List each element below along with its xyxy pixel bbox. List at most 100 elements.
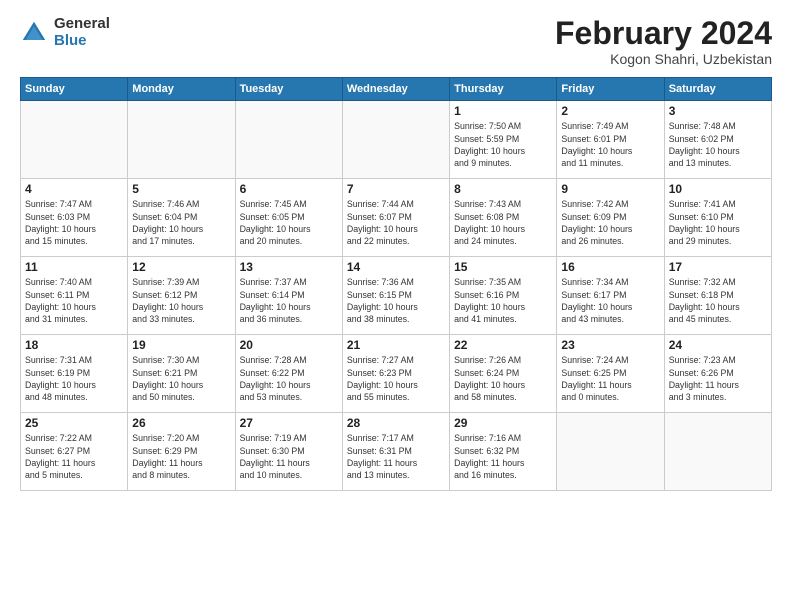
day-cell: 11 Sunrise: 7:40 AMSunset: 6:11 PMDayligh…	[21, 257, 128, 335]
day-number: 10	[669, 182, 767, 196]
day-cell: 27Sunrise: 7:19 AMSunset: 6:30 PMDayligh…	[235, 413, 342, 491]
day-cell: 21 Sunrise: 7:27 AMSunset: 6:23 PMDayligh…	[342, 335, 449, 413]
day-cell: 24 Sunrise: 7:23 AMSunset: 6:26 PMDayligh…	[664, 335, 771, 413]
day-cell: 1 Sunrise: 7:50 AMSunset: 5:59 PMDaylight…	[450, 101, 557, 179]
day-info: Sunrise: 7:23 AMSunset: 6:26 PMDaylight:…	[669, 354, 767, 403]
day-info: Sunrise: 7:43 AMSunset: 6:08 PMDaylight:…	[454, 198, 552, 247]
week-row-4: 18 Sunrise: 7:31 AMSunset: 6:19 PMDayligh…	[21, 335, 772, 413]
day-number: 20	[240, 338, 338, 352]
weekday-header-thursday: Thursday	[450, 78, 557, 101]
day-cell: 18 Sunrise: 7:31 AMSunset: 6:19 PMDayligh…	[21, 335, 128, 413]
day-cell: 28 Sunrise: 7:17 AMSunset: 6:31 PMDayligh…	[342, 413, 449, 491]
day-info: Sunrise: 7:40 AMSunset: 6:11 PMDaylight:…	[25, 276, 123, 325]
day-info: Sunrise: 7:16 AMSunset: 6:32 PMDaylight:…	[454, 432, 552, 481]
logo-text: General Blue	[54, 16, 110, 49]
day-info: Sunrise: 7:35 AMSunset: 6:16 PMDaylight:…	[454, 276, 552, 325]
day-cell: 10 Sunrise: 7:41 AMSunset: 6:10 PMDayligh…	[664, 179, 771, 257]
day-number: 2	[561, 104, 659, 118]
day-info: Sunrise: 7:20 AMSunset: 6:29 PMDaylight:…	[132, 432, 230, 481]
day-number: 29	[454, 416, 552, 430]
weekday-header-monday: Monday	[128, 78, 235, 101]
weekday-header-row: SundayMondayTuesdayWednesdayThursdayFrid…	[21, 78, 772, 101]
day-cell: 22Sunrise: 7:26 AMSunset: 6:24 PMDayligh…	[450, 335, 557, 413]
day-cell: 26 Sunrise: 7:20 AMSunset: 6:29 PMDayligh…	[128, 413, 235, 491]
day-number: 6	[240, 182, 338, 196]
day-info: Sunrise: 7:50 AMSunset: 5:59 PMDaylight:…	[454, 120, 552, 169]
day-info: Sunrise: 7:41 AMSunset: 6:10 PMDaylight:…	[669, 198, 767, 247]
day-cell: 15 Sunrise: 7:35 AMSunset: 6:16 PMDayligh…	[450, 257, 557, 335]
day-number: 1	[454, 104, 552, 118]
day-number: 14	[347, 260, 445, 274]
day-cell	[21, 101, 128, 179]
weekday-header-tuesday: Tuesday	[235, 78, 342, 101]
day-number: 11	[25, 260, 123, 274]
day-number: 23	[561, 338, 659, 352]
logo-icon	[20, 19, 48, 47]
header: General Blue February 2024 Kogon Shahri,…	[20, 16, 772, 67]
day-number: 15	[454, 260, 552, 274]
day-number: 3	[669, 104, 767, 118]
day-info: Sunrise: 7:36 AMSunset: 6:15 PMDaylight:…	[347, 276, 445, 325]
week-row-2: 4 Sunrise: 7:47 AMSunset: 6:03 PMDaylight…	[21, 179, 772, 257]
day-info: Sunrise: 7:45 AMSunset: 6:05 PMDaylight:…	[240, 198, 338, 247]
day-info: Sunrise: 7:44 AMSunset: 6:07 PMDaylight:…	[347, 198, 445, 247]
day-info: Sunrise: 7:42 AMSunset: 6:09 PMDaylight:…	[561, 198, 659, 247]
day-number: 17	[669, 260, 767, 274]
day-number: 26	[132, 416, 230, 430]
day-info: Sunrise: 7:48 AMSunset: 6:02 PMDaylight:…	[669, 120, 767, 169]
day-cell	[235, 101, 342, 179]
day-cell	[128, 101, 235, 179]
day-number: 4	[25, 182, 123, 196]
calendar: SundayMondayTuesdayWednesdayThursdayFrid…	[20, 77, 772, 491]
week-row-3: 11 Sunrise: 7:40 AMSunset: 6:11 PMDayligh…	[21, 257, 772, 335]
day-cell: 20 Sunrise: 7:28 AMSunset: 6:22 PMDayligh…	[235, 335, 342, 413]
day-cell: 17Sunrise: 7:32 AMSunset: 6:18 PMDayligh…	[664, 257, 771, 335]
day-number: 13	[240, 260, 338, 274]
day-cell	[557, 413, 664, 491]
week-row-5: 25 Sunrise: 7:22 AMSunset: 6:27 PMDayligh…	[21, 413, 772, 491]
weekday-header-saturday: Saturday	[664, 78, 771, 101]
day-info: Sunrise: 7:17 AMSunset: 6:31 PMDaylight:…	[347, 432, 445, 481]
day-info: Sunrise: 7:47 AMSunset: 6:03 PMDaylight:…	[25, 198, 123, 247]
weekday-header-wednesday: Wednesday	[342, 78, 449, 101]
day-info: Sunrise: 7:49 AMSunset: 6:01 PMDaylight:…	[561, 120, 659, 169]
day-number: 22	[454, 338, 552, 352]
day-cell: 7Sunrise: 7:44 AMSunset: 6:07 PMDaylight…	[342, 179, 449, 257]
day-cell: 8 Sunrise: 7:43 AMSunset: 6:08 PMDaylight…	[450, 179, 557, 257]
day-number: 21	[347, 338, 445, 352]
day-info: Sunrise: 7:19 AMSunset: 6:30 PMDaylight:…	[240, 432, 338, 481]
day-info: Sunrise: 7:27 AMSunset: 6:23 PMDaylight:…	[347, 354, 445, 403]
day-cell: 9 Sunrise: 7:42 AMSunset: 6:09 PMDaylight…	[557, 179, 664, 257]
day-number: 12	[132, 260, 230, 274]
day-cell: 19Sunrise: 7:30 AMSunset: 6:21 PMDayligh…	[128, 335, 235, 413]
day-number: 28	[347, 416, 445, 430]
day-number: 16	[561, 260, 659, 274]
day-cell: 4 Sunrise: 7:47 AMSunset: 6:03 PMDaylight…	[21, 179, 128, 257]
logo-blue-text: Blue	[54, 33, 110, 50]
day-number: 18	[25, 338, 123, 352]
day-cell: 25 Sunrise: 7:22 AMSunset: 6:27 PMDayligh…	[21, 413, 128, 491]
day-cell: 13Sunrise: 7:37 AMSunset: 6:14 PMDayligh…	[235, 257, 342, 335]
week-row-1: 1 Sunrise: 7:50 AMSunset: 5:59 PMDaylight…	[21, 101, 772, 179]
weekday-header-sunday: Sunday	[21, 78, 128, 101]
day-cell: 6 Sunrise: 7:45 AMSunset: 6:05 PMDaylight…	[235, 179, 342, 257]
day-number: 5	[132, 182, 230, 196]
location: Kogon Shahri, Uzbekistan	[555, 51, 772, 67]
day-cell: 5Sunrise: 7:46 AMSunset: 6:04 PMDaylight…	[128, 179, 235, 257]
day-number: 24	[669, 338, 767, 352]
day-number: 25	[25, 416, 123, 430]
day-info: Sunrise: 7:22 AMSunset: 6:27 PMDaylight:…	[25, 432, 123, 481]
day-info: Sunrise: 7:28 AMSunset: 6:22 PMDaylight:…	[240, 354, 338, 403]
day-number: 8	[454, 182, 552, 196]
day-cell	[342, 101, 449, 179]
day-cell: 29 Sunrise: 7:16 AMSunset: 6:32 PMDayligh…	[450, 413, 557, 491]
day-number: 9	[561, 182, 659, 196]
day-number: 19	[132, 338, 230, 352]
logo: General Blue	[20, 16, 110, 49]
title-block: February 2024 Kogon Shahri, Uzbekistan	[555, 16, 772, 67]
day-cell: 2 Sunrise: 7:49 AMSunset: 6:01 PMDaylight…	[557, 101, 664, 179]
day-info: Sunrise: 7:31 AMSunset: 6:19 PMDaylight:…	[25, 354, 123, 403]
day-info: Sunrise: 7:39 AMSunset: 6:12 PMDaylight:…	[132, 276, 230, 325]
day-cell: 23Sunrise: 7:24 AMSunset: 6:25 PMDayligh…	[557, 335, 664, 413]
day-cell: 14 Sunrise: 7:36 AMSunset: 6:15 PMDayligh…	[342, 257, 449, 335]
